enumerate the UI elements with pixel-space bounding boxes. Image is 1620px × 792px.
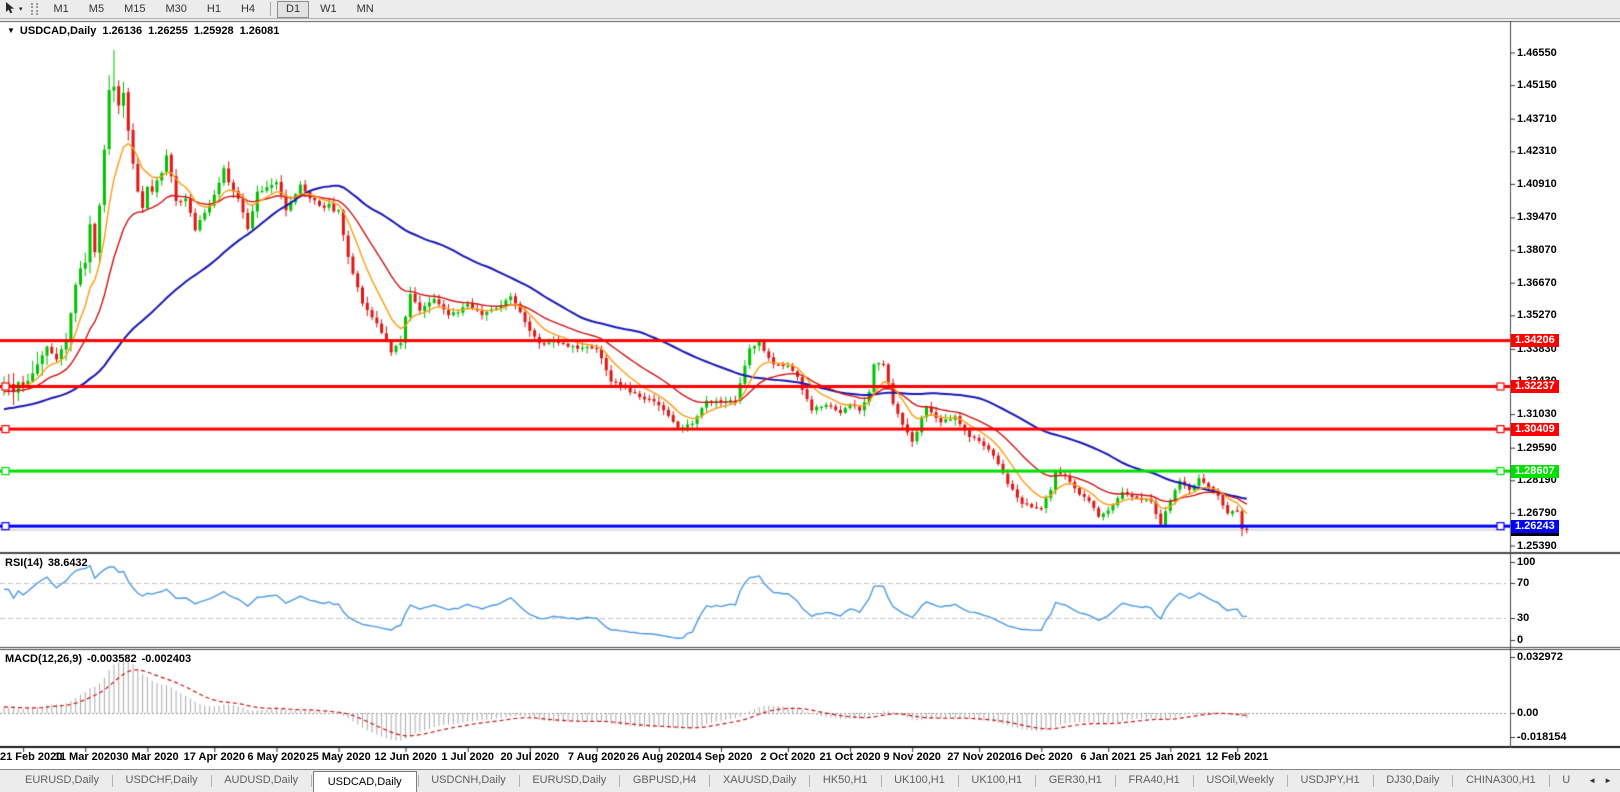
timeframe-button-mn[interactable]: MN [348, 1, 383, 18]
tab-usdchf-daily[interactable]: USDCHF,Daily [114, 770, 210, 792]
tab-separator [1114, 775, 1116, 787]
tab-gbpusd-h4[interactable]: GBPUSD,H4 [621, 770, 709, 792]
tab-separator [1372, 775, 1374, 787]
tab-ger30-h1[interactable]: GER30,H1 [1037, 770, 1114, 792]
timeframe-button-m5[interactable]: M5 [80, 1, 113, 18]
chevron-down-icon[interactable]: ▾ [19, 5, 23, 13]
bottom-tabbar: EURUSD,Daily USDCHF,Daily AUDUSD,Daily USDC… [0, 769, 1620, 792]
tab-separator [1287, 775, 1288, 787]
tab-audusd-daily[interactable]: AUDUSD,Daily [212, 770, 310, 792]
scroll-left-icon[interactable]: ◄ [1588, 776, 1596, 785]
tab-eurusd-daily[interactable]: EURUSD,Daily [520, 770, 618, 792]
tab-hk50-h1[interactable]: HK50,H1 [811, 770, 880, 792]
scroll-right-icon[interactable]: ► [1604, 776, 1612, 785]
tab-separator [809, 775, 810, 787]
tab-china300-h1[interactable]: CHINA300,H1 [1454, 770, 1548, 792]
tab-u[interactable]: U [1550, 770, 1582, 792]
tab-usoil-weekly[interactable]: USOil,Weekly [1194, 770, 1286, 792]
tab-separator [417, 775, 419, 787]
tab-xauusd-daily[interactable]: XAUUSD,Daily [711, 770, 808, 792]
cursor-tool-button[interactable]: ▾ [0, 1, 26, 17]
tab-separator [1548, 775, 1550, 787]
tab-separator [619, 775, 620, 787]
tab-dj30-daily[interactable]: DJ30,Daily [1374, 770, 1451, 792]
application-window: ▾ M1 M5 M15 M30 H1 H4 D1 W1 MN ▼ USDCAD,Daily 1.26… [0, 0, 1620, 792]
tab-uk100-h1[interactable]: UK100,H1 [959, 770, 1034, 792]
chart-canvas[interactable] [0, 21, 1620, 769]
tab-separator [111, 775, 113, 787]
timeframe-button-m15[interactable]: M15 [115, 1, 154, 18]
tab-separator [1452, 775, 1453, 787]
tab-separator [210, 775, 212, 787]
tab-usdcnh-daily[interactable]: USDCNH,Daily [419, 770, 518, 792]
tab-uk100-h1[interactable]: UK100,H1 [882, 770, 957, 792]
tab-separator [518, 775, 520, 787]
tab-separator [1192, 775, 1194, 787]
tab-usdcad-daily[interactable]: USDCAD,Daily [312, 771, 417, 792]
timeframe-button-m1[interactable]: M1 [45, 1, 78, 18]
symbol-tabs: EURUSD,Daily USDCHF,Daily AUDUSD,Daily USDC… [0, 770, 1582, 792]
tab-eurusd-daily[interactable]: EURUSD,Daily [13, 770, 111, 792]
cursor-arrow-icon [4, 1, 15, 17]
tab-separator [709, 775, 710, 787]
chart-window: ▼ USDCAD,Daily 1.26136 1.26255 1.25928 1.2608… [0, 21, 1620, 769]
tab-separator [311, 775, 312, 787]
tab-separator [1035, 775, 1036, 787]
tab-fra40-h1[interactable]: FRA40,H1 [1116, 770, 1191, 792]
timeframe-button-d1[interactable]: D1 [277, 0, 310, 18]
tab-usdjpy-h1[interactable]: USDJPY,H1 [1289, 770, 1372, 792]
tab-separator [880, 775, 882, 787]
top-toolbar: ▾ M1 M5 M15 M30 H1 H4 D1 W1 MN [0, 0, 1620, 19]
timeframe-button-h4[interactable]: H4 [232, 1, 264, 18]
tab-scroll-controls: ◄ ► [1582, 770, 1620, 792]
tab-separator [957, 775, 959, 787]
timeframe-buttons: M1 M5 M15 M30 H1 H4 D1 W1 MN [44, 0, 384, 18]
toolbar-grip-handle[interactable] [30, 3, 38, 15]
toolbar-separator [270, 2, 272, 16]
timeframe-button-m30[interactable]: M30 [156, 1, 195, 18]
timeframe-button-h1[interactable]: H1 [198, 1, 230, 18]
timeframe-button-w1[interactable]: W1 [311, 1, 346, 18]
